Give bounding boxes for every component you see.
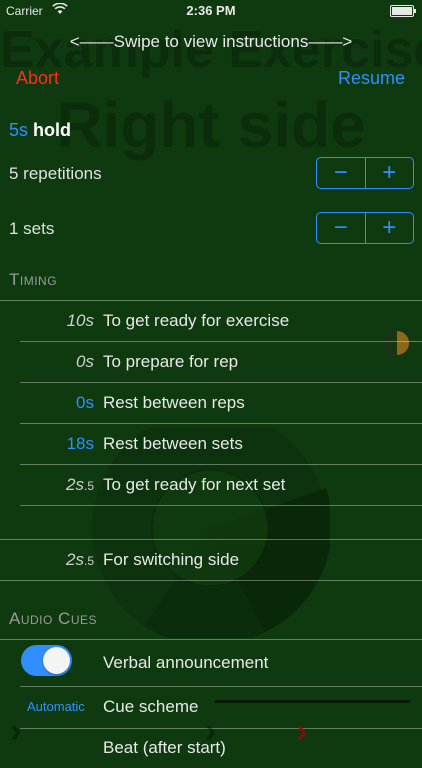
sets-stepper: − + [316,212,414,244]
timing-value: 10s [66,311,94,330]
timing-value-main: 2s [66,550,84,569]
battery-icon [390,5,416,17]
repetitions-decrement-button[interactable]: − [317,158,366,188]
status-time: 2:36 PM [186,3,236,18]
verbal-announcement-label: Verbal announcement [103,653,269,672]
verbal-announcement-row: Verbal announcement [0,643,422,683]
timing-value-fraction: .5 [83,479,94,493]
timing-row-rest-sets[interactable]: 18s Rest between sets [0,424,422,464]
timing-description: Rest between sets [103,434,243,453]
timing-description: For switching side [103,550,240,569]
timing-row-next-set[interactable]: 2s.5 To get ready for next set [0,465,422,505]
timing-description: Rest between reps [103,393,245,412]
abort-button[interactable]: Abort [16,68,59,89]
sets-increment-button[interactable]: + [366,213,414,243]
sets-decrement-button[interactable]: − [317,213,366,243]
hold-label: hold [33,120,72,140]
divider [0,639,422,640]
repetitions-stepper: − + [316,157,414,189]
resume-button[interactable]: Resume [338,68,405,89]
timing-value: 2s.5 [66,550,94,570]
audio-section-header: Audio Cues [9,609,98,628]
swipe-hint: <——Swipe to view instructions——> [69,32,353,51]
timing-row-switch-side[interactable]: 2s.5 For switching side [0,540,422,580]
timing-value: 0s [76,352,94,371]
timing-value: 2s.5 [66,475,94,495]
hold-duration[interactable]: 5s hold [9,120,71,141]
timing-description: To prepare for rep [103,352,239,371]
timing-row-get-ready[interactable]: 10s To get ready for exercise [0,301,422,341]
repetitions-increment-button[interactable]: + [366,158,414,188]
chevron-icon: › [296,712,308,750]
cue-scheme-value[interactable]: Automatic [27,699,85,714]
timing-row-rest-reps[interactable]: 0s Rest between reps [0,383,422,423]
timing-row-prepare-rep[interactable]: 0s To prepare for rep [0,342,422,382]
repetitions-label: 5 repetitions [9,164,102,183]
timing-value-main: 2s [66,475,84,494]
timing-description: To get ready for exercise [103,311,290,330]
divider [20,505,422,506]
timing-value-fraction: .5 [83,554,94,568]
divider [0,580,422,581]
timing-section-header: Timing [9,270,58,289]
sets-label: 1 sets [9,219,55,238]
chevron-icon: › [205,712,217,750]
status-bar: Carrier 2:36 PM [0,0,422,22]
cue-scheme-label: Cue scheme [103,697,199,716]
timing-value: 18s [66,434,94,453]
timing-value: 0s [76,393,94,412]
hold-value: 5s [9,120,29,140]
chevron-icon: › [10,712,22,750]
timing-description: To get ready for next set [103,475,286,494]
